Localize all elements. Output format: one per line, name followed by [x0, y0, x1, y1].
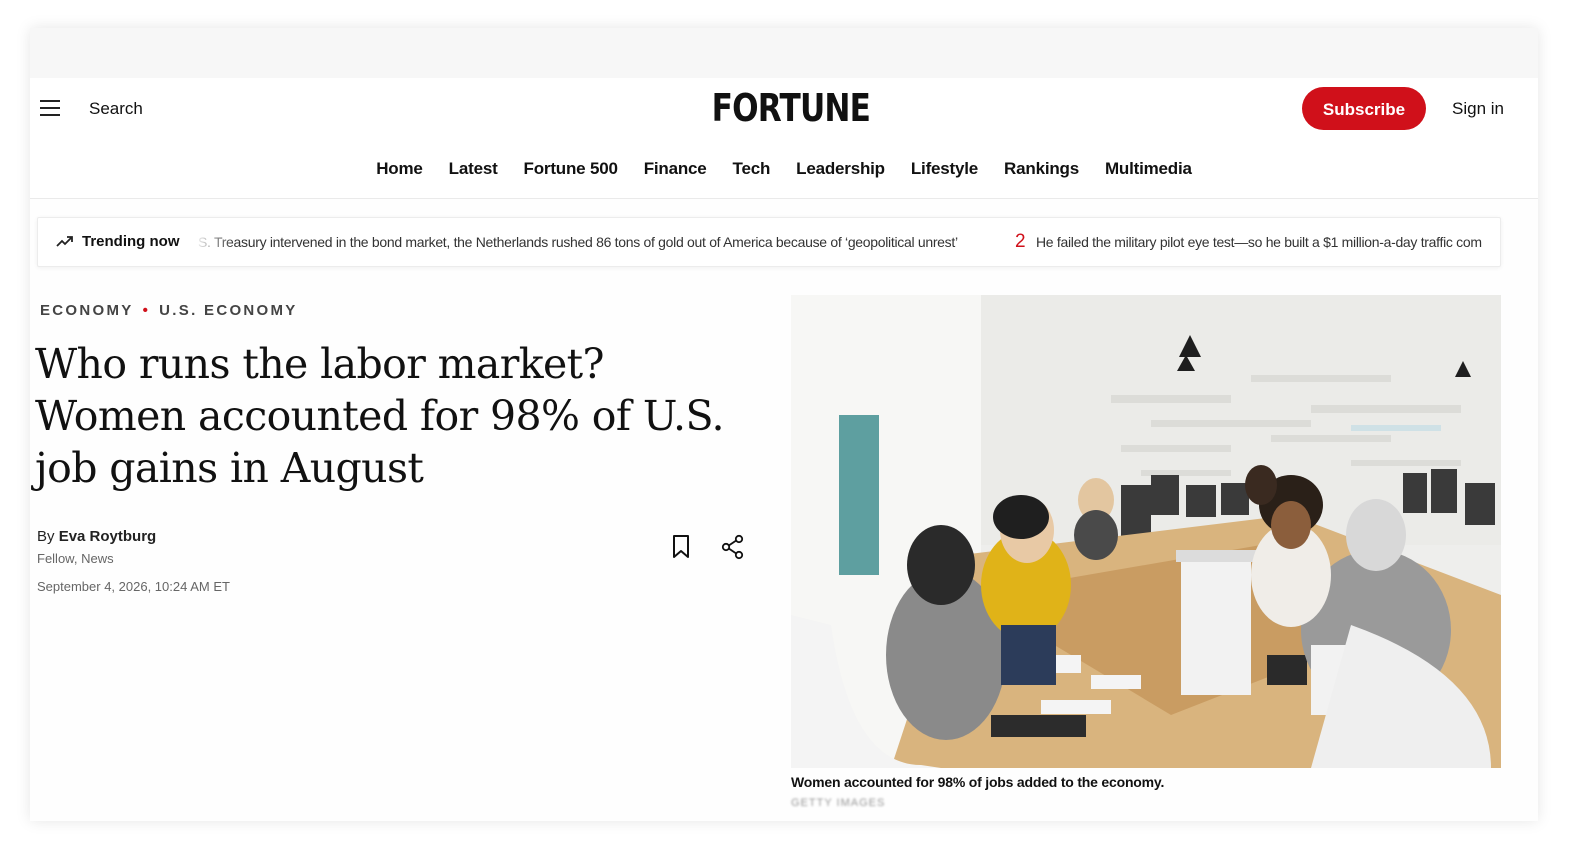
byline: By Eva Roytburg	[37, 528, 156, 545]
search-link[interactable]: Search	[89, 99, 143, 119]
category-link-economy[interactable]: ECONOMY	[40, 302, 134, 319]
trending-up-icon	[56, 236, 73, 247]
author-link[interactable]: Eva Roytburg	[59, 528, 157, 545]
nav-item-tech[interactable]: Tech	[733, 159, 771, 179]
hero-image	[791, 295, 1501, 768]
author-role: Fellow, News	[37, 551, 114, 566]
nav-item-leadership[interactable]: Leadership	[796, 159, 885, 179]
page-card: Search FORTUNE Subscribe Sign in Home La…	[30, 28, 1538, 821]
sign-in-link[interactable]: Sign in	[1452, 99, 1504, 119]
nav-item-rankings[interactable]: Rankings	[1004, 159, 1079, 179]
article-category: ECONOMY • U.S. ECONOMY	[40, 302, 298, 319]
trending-item[interactable]: He failed the military pilot eye test—so…	[1036, 234, 1482, 250]
bookmark-icon[interactable]	[670, 534, 692, 560]
nav-item-finance[interactable]: Finance	[644, 159, 707, 179]
category-separator: •	[142, 302, 151, 319]
trending-item[interactable]: S. Treasury intervened in the bond marke…	[198, 234, 958, 250]
top-ad-strip	[30, 28, 1538, 78]
trending-bar: Trending now S. Treasury intervened in t…	[37, 217, 1501, 267]
image-caption: Women accounted for 98% of jobs added to…	[791, 774, 1165, 790]
nav-item-lifestyle[interactable]: Lifestyle	[911, 159, 978, 179]
share-icon[interactable]	[720, 534, 746, 560]
fortune-logo[interactable]: FORTUNE	[712, 86, 871, 130]
main-nav: Home Latest Fortune 500 Finance Tech Lea…	[30, 140, 1538, 199]
article-headline: Who runs the labor market? Women account…	[35, 340, 725, 492]
trending-fade	[194, 226, 234, 258]
hamburger-menu-icon[interactable]	[40, 100, 60, 116]
nav-item-latest[interactable]: Latest	[449, 159, 498, 179]
nav-item-home[interactable]: Home	[376, 159, 423, 179]
site-header: Search FORTUNE Subscribe Sign in	[30, 78, 1538, 141]
image-credit: GETTY IMAGES	[791, 797, 886, 809]
nav-item-fortune-500[interactable]: Fortune 500	[524, 159, 618, 179]
byline-prefix: By	[37, 528, 55, 545]
category-link-us-economy[interactable]: U.S. ECONOMY	[159, 302, 297, 319]
nav-item-multimedia[interactable]: Multimedia	[1105, 159, 1192, 179]
publish-date: September 4, 2026, 10:24 AM ET	[37, 579, 230, 594]
trending-label: Trending now	[82, 233, 180, 250]
trending-item-number: 2	[1015, 231, 1026, 252]
subscribe-button[interactable]: Subscribe	[1302, 87, 1426, 130]
